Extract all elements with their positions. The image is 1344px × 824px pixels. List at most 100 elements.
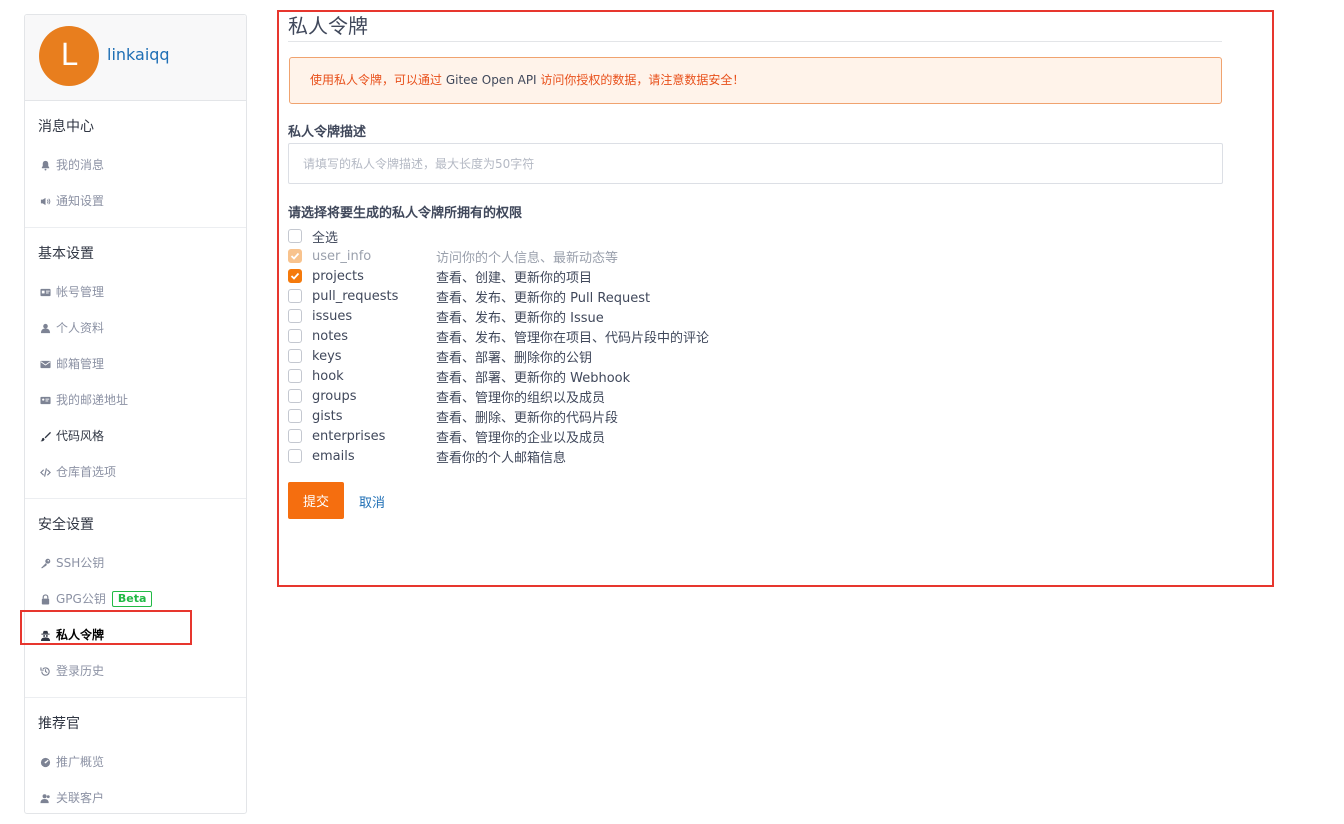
sidebar-item[interactable]: 邮箱管理 — [25, 346, 246, 382]
sidebar-item-label: SSH公钥 — [56, 556, 105, 570]
sidebar-section-title: 基本设置 — [38, 246, 94, 262]
title-divider — [288, 41, 1222, 42]
volume-icon — [38, 194, 52, 208]
profile-card: L linkaiqq — [25, 15, 246, 101]
sidebar-item[interactable]: 帐号管理 — [25, 274, 246, 310]
sidebar-item[interactable]: 代码风格 — [25, 418, 246, 454]
permission-row-notes[interactable]: notes 查看、发布、管理你在项目、代码片段中的评论 — [288, 326, 888, 346]
permission-row-user-info: user_info 访问你的个人信息、最新动态等 — [288, 246, 888, 266]
dashboard-icon — [38, 755, 52, 769]
sidebar-item-label: 关联客户 — [56, 791, 105, 805]
user-icon — [38, 321, 52, 335]
sidebar-section-title: 推荐官 — [38, 716, 80, 732]
history-icon — [38, 664, 52, 678]
permission-row-projects[interactable]: projects 查看、创建、更新你的项目 — [288, 266, 888, 286]
permission-description: 查看、发布、更新你的 Pull Request — [436, 290, 651, 306]
avatar[interactable]: L — [39, 26, 99, 86]
permission-description: 访问你的个人信息、最新动态等 — [436, 250, 619, 266]
sidebar-item-label: 帐号管理 — [56, 285, 105, 299]
sidebar-item[interactable]: 关联客户 — [25, 780, 246, 816]
permission-checkbox[interactable] — [288, 369, 302, 383]
permission-checkbox[interactable] — [288, 409, 302, 423]
sidebar-item-label: 个人资料 — [56, 321, 105, 335]
permission-checkbox — [288, 249, 302, 263]
permission-row-emails[interactable]: emails 查看你的个人邮箱信息 — [288, 446, 888, 466]
permission-checkbox[interactable] — [288, 289, 302, 303]
sidebar-nav: 消息中心我的消息通知设置基本设置帐号管理个人资料邮箱管理我的邮递地址 代码风格仓库… — [25, 117, 246, 824]
permission-description: 查看、删除、更新你的代码片段 — [436, 410, 619, 426]
permission-description: 查看、部署、更新你的 Webhook — [436, 370, 631, 386]
permission-row-hook[interactable]: hook 查看、部署、更新你的 Webhook — [288, 366, 888, 386]
sidebar-section: 安全设置 SSH公钥 GPG公钥 Beta 私人令牌 登录历史 — [25, 515, 246, 698]
sidebar-item[interactable]: 通知设置 — [25, 183, 246, 219]
submit-button[interactable]: 提交 — [288, 482, 344, 519]
code-icon — [38, 465, 52, 479]
select-all-label: 全选 — [312, 230, 339, 246]
sidebar-item[interactable]: 我的邮递地址 — [25, 382, 246, 418]
beta-badge: Beta — [111, 591, 153, 607]
sidebar-item-label: 登录历史 — [56, 664, 105, 678]
permission-name: projects — [312, 268, 364, 284]
sidebar-item-label: 我的邮递地址 — [56, 393, 129, 407]
permission-checkbox[interactable] — [288, 329, 302, 343]
select-all-checkbox[interactable] — [288, 229, 302, 243]
lock-icon — [38, 592, 52, 606]
sidebar-item-label: 我的消息 — [56, 158, 105, 172]
mail-icon — [38, 357, 52, 371]
permission-name: enterprises — [312, 428, 386, 444]
sidebar-section-title: 消息中心 — [38, 119, 94, 135]
description-input[interactable] — [288, 143, 1223, 184]
select-all-row[interactable]: 全选 — [288, 226, 888, 246]
permission-row-issues[interactable]: issues 查看、发布、更新你的 Issue — [288, 306, 888, 326]
permission-description: 查看你的个人邮箱信息 — [436, 450, 567, 466]
permission-checkbox[interactable] — [288, 449, 302, 463]
sidebar-item-label: 邮箱管理 — [56, 357, 105, 371]
permission-checkbox[interactable] — [288, 429, 302, 443]
username-link[interactable]: linkaiqq — [107, 45, 170, 64]
permission-description: 查看、管理你的企业以及成员 — [436, 430, 606, 446]
permission-checkbox[interactable] — [288, 309, 302, 323]
key-icon — [38, 556, 52, 570]
permission-name: pull_requests — [312, 288, 399, 304]
notice-prefix: 使用私人令牌，可以通过 — [310, 73, 446, 87]
cancel-link[interactable]: 取消 — [359, 492, 385, 511]
permission-row-groups[interactable]: groups 查看、管理你的组织以及成员 — [288, 386, 888, 406]
permission-name: groups — [312, 388, 357, 404]
active-item-highlight — [20, 610, 192, 645]
brush-icon — [38, 429, 52, 443]
address-card-icon — [38, 393, 52, 407]
sidebar-item[interactable]: SSH公钥 — [25, 545, 246, 581]
permission-row-enterprises[interactable]: enterprises 查看、管理你的企业以及成员 — [288, 426, 888, 446]
permission-checkbox[interactable] — [288, 349, 302, 363]
description-label: 私人令牌描述 — [288, 125, 367, 140]
permission-name: emails — [312, 448, 355, 464]
permission-description: 查看、发布、管理你在项目、代码片段中的评论 — [436, 330, 710, 346]
page-title: 私人令牌 — [288, 14, 368, 38]
permission-checkbox[interactable] — [288, 269, 302, 283]
permission-name: gists — [312, 408, 343, 424]
sidebar-item[interactable]: 个人资料 — [25, 310, 246, 346]
permission-row-pull-requests[interactable]: pull_requests 查看、发布、更新你的 Pull Request — [288, 286, 888, 306]
permission-description: 查看、部署、删除你的公钥 — [436, 350, 593, 366]
permission-checkbox[interactable] — [288, 389, 302, 403]
notice-api-link: Gitee Open API — [445, 73, 537, 87]
sidebar-item[interactable]: 登录历史 — [25, 653, 246, 689]
permission-name: hook — [312, 368, 344, 384]
permission-description: 查看、创建、更新你的项目 — [436, 270, 593, 286]
permission-row-gists[interactable]: gists 查看、删除、更新你的代码片段 — [288, 406, 888, 426]
permission-row-keys[interactable]: keys 查看、部署、删除你的公钥 — [288, 346, 888, 366]
notice-suffix: 访问你授权的数据，请注意数据安全！ — [536, 73, 745, 87]
permission-list: 全选 user_info 访问你的个人信息、最新动态等 projects 查看、创建、… — [288, 226, 888, 466]
sidebar-item[interactable]: 我的消息 — [25, 147, 246, 183]
sidebar-item-label: 通知设置 — [56, 194, 105, 208]
sidebar-section-title: 安全设置 — [38, 517, 94, 533]
id-card-icon — [38, 285, 52, 299]
sidebar-item[interactable]: 仓库首选项 — [25, 454, 246, 490]
sidebar-section: 消息中心我的消息通知设置 — [25, 117, 246, 228]
sidebar-item-label: 推广概览 — [56, 755, 105, 769]
permission-name: user_info — [312, 248, 372, 264]
sidebar-item-label: 代码风格 — [56, 429, 105, 443]
bell-icon — [38, 158, 52, 172]
sidebar-item[interactable]: 推广概览 — [25, 744, 246, 780]
sidebar-section: 基本设置帐号管理个人资料邮箱管理我的邮递地址 代码风格仓库首选项 — [25, 244, 246, 499]
